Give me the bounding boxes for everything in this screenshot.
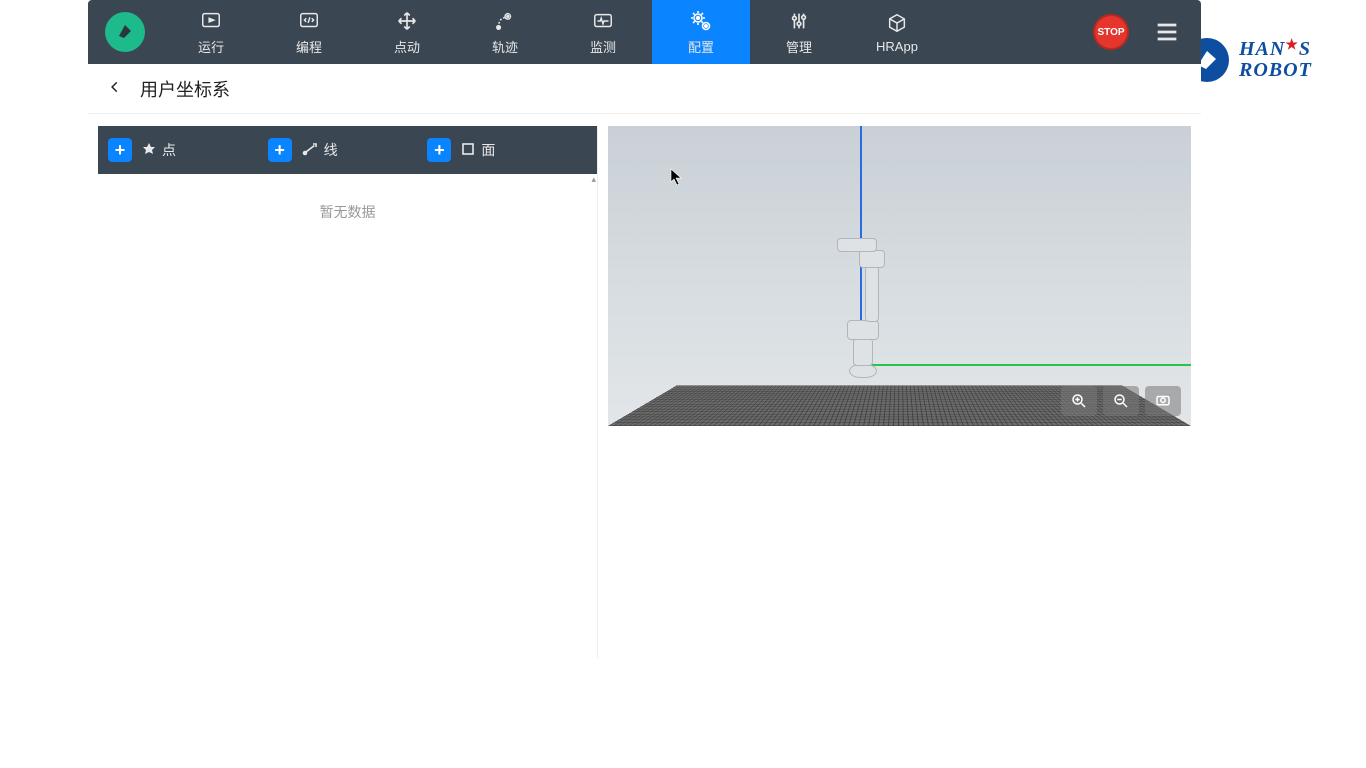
reset-view-button[interactable] xyxy=(1145,386,1181,416)
nav-logo[interactable] xyxy=(88,0,162,64)
nav-config[interactable]: 配置 xyxy=(652,0,750,64)
line-icon xyxy=(302,142,318,159)
page-title: 用户坐标系 xyxy=(140,76,230,102)
left-panel: + 点 + 线 + 面 xyxy=(98,126,598,658)
right-panel xyxy=(608,126,1191,658)
tool-label: 点 xyxy=(162,140,176,160)
x-axis xyxy=(860,364,1191,366)
cursor-icon xyxy=(670,168,684,191)
nav-label: 管理 xyxy=(786,37,812,56)
brand-text: HAN★S ROBOT xyxy=(1239,39,1312,81)
play-icon xyxy=(200,9,222,33)
scroll-up-icon: ▴ xyxy=(591,174,596,185)
robot-model xyxy=(823,214,893,378)
nav-track[interactable]: 轨迹 xyxy=(456,0,554,64)
nav-run[interactable]: 运行 xyxy=(162,0,260,64)
nav-hrapp[interactable]: HRApp xyxy=(848,0,946,64)
zoom-out-button[interactable] xyxy=(1103,386,1139,416)
add-line-button[interactable]: + xyxy=(268,138,292,162)
left-toolbar: + 点 + 线 + 面 xyxy=(98,126,597,174)
nav-label: 点动 xyxy=(394,37,420,56)
nav-label: HRApp xyxy=(876,39,918,54)
settings-icon xyxy=(689,9,713,33)
back-button[interactable] xyxy=(108,78,122,99)
plane-icon xyxy=(461,142,475,159)
no-data-text: 暂无数据 xyxy=(98,174,597,222)
nav-label: 轨迹 xyxy=(492,37,518,56)
nav-monitor[interactable]: 监测 xyxy=(554,0,652,64)
nav-jog[interactable]: 点动 xyxy=(358,0,456,64)
cube-icon xyxy=(886,11,908,35)
top-nav: 运行 编程 点动 轨迹 监测 xyxy=(88,0,1201,64)
nav-label: 配置 xyxy=(688,37,714,56)
tool-label: 线 xyxy=(324,140,338,160)
robot-logo-icon xyxy=(105,12,145,52)
pulse-icon xyxy=(592,9,614,33)
zoom-in-button[interactable] xyxy=(1061,386,1097,416)
breadcrumb: 用户坐标系 xyxy=(88,64,1201,114)
nav-label: 监测 xyxy=(590,37,616,56)
nav-manage[interactable]: 管理 xyxy=(750,0,848,64)
add-point-button[interactable]: + xyxy=(108,138,132,162)
add-plane-button[interactable]: + xyxy=(427,138,451,162)
coord-list[interactable]: ▴ 暂无数据 xyxy=(98,174,597,658)
move-icon xyxy=(396,9,418,33)
tool-label: 面 xyxy=(481,140,495,160)
tool-point: + 点 xyxy=(108,138,268,162)
hamburger-menu[interactable] xyxy=(1147,12,1187,52)
right-bottom-panel xyxy=(608,426,1191,658)
path-icon xyxy=(494,9,516,33)
main-content: + 点 + 线 + 面 xyxy=(88,114,1201,658)
tool-plane: + 面 xyxy=(427,138,587,162)
sliders-icon xyxy=(788,9,810,33)
viewport-controls xyxy=(1061,386,1181,416)
point-icon xyxy=(142,142,156,159)
brand-logo: HAN★S ROBOT xyxy=(1185,38,1312,82)
code-icon xyxy=(298,9,320,33)
nav-program[interactable]: 编程 xyxy=(260,0,358,64)
stop-button[interactable]: STOP xyxy=(1093,14,1129,50)
app-window: 运行 编程 点动 轨迹 监测 xyxy=(88,0,1201,658)
nav-label: 编程 xyxy=(296,37,322,56)
tool-line: + 线 xyxy=(268,138,428,162)
3d-viewport[interactable] xyxy=(608,126,1191,426)
nav-label: 运行 xyxy=(198,37,224,56)
